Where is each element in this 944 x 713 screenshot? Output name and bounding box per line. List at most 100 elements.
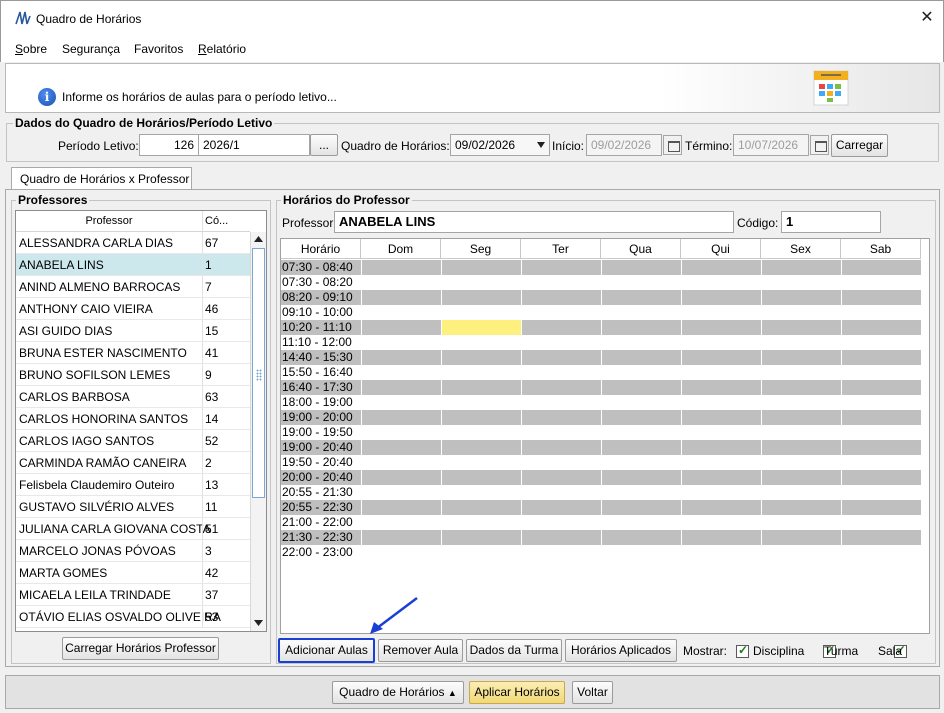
col-professor-header[interactable]: Professor <box>16 215 202 227</box>
menu-favoritos[interactable]: Favoritos <box>134 42 183 56</box>
time-slot: 22:00 - 23:00 <box>282 545 353 559</box>
periodo-label: Período Letivo: <box>58 139 139 153</box>
termino-calendar-icon[interactable] <box>810 135 829 155</box>
horarios-aplicados-button[interactable]: Horários Aplicados <box>565 639 677 662</box>
scroll-thumb[interactable] <box>252 248 265 498</box>
voltar-button[interactable]: Voltar <box>572 681 613 704</box>
vertical-scrollbar[interactable] <box>250 232 266 631</box>
time-slot: 15:50 - 16:40 <box>282 365 353 379</box>
dados-legend: Dados do Quadro de Horários/Período Leti… <box>13 116 275 130</box>
grid-header-day[interactable]: Dom <box>361 239 441 259</box>
inicio-label: Início: <box>552 139 585 153</box>
tab-quadro-professor[interactable]: Quadro de Horários x Professor <box>11 167 192 190</box>
grid-header-day[interactable]: Qui <box>681 239 761 259</box>
remover-aula-button[interactable]: Remover Aula <box>378 639 463 662</box>
carregar-button[interactable]: Carregar <box>831 134 888 157</box>
codigo-field[interactable]: 1 <box>781 211 881 233</box>
grid-column-divider <box>761 260 762 560</box>
professor-code: 7 <box>205 280 212 294</box>
professor-name: JULIANA CARLA GIOVANA COSTA <box>19 522 211 536</box>
professor-name: GUSTAVO SILVÉRIO ALVES <box>19 500 175 514</box>
professor-code: 15 <box>205 324 219 338</box>
scroll-down-icon[interactable] <box>254 620 263 626</box>
professor-name: OTÁVIO ELIAS OSVALDO OLIVEIRA <box>19 610 221 624</box>
periodo-code-input[interactable]: 126 <box>139 134 199 156</box>
inicio-input[interactable]: 09/02/2026 <box>586 134 662 156</box>
quadro-select[interactable]: 09/02/2026 <box>450 134 550 156</box>
scroll-up-icon[interactable] <box>254 236 263 242</box>
menu-sobre[interactable]: Sobre <box>15 42 47 56</box>
list-item[interactable]: CARLOS HONORINA SANTOS 14 <box>16 408 250 430</box>
time-slot: 07:30 - 08:40 <box>282 260 353 274</box>
grid-header-day[interactable]: Seg <box>441 239 521 259</box>
professor-name: ASI GUIDO DIAS <box>19 324 113 338</box>
list-item[interactable]: CARLOS BARBOSA 63 <box>16 386 250 408</box>
grid-column-divider <box>841 260 842 560</box>
aplicar-horarios-button[interactable]: Aplicar Horários <box>469 681 565 704</box>
time-slot: 11:10 - 12:00 <box>282 335 352 349</box>
grid-header-day[interactable]: Qua <box>601 239 681 259</box>
professor-name: Felisbela Claudemiro Outeiro <box>19 478 175 492</box>
professor-code: 13 <box>205 478 219 492</box>
professor-name: ANTHONY CAIO VIEIRA <box>19 302 153 316</box>
menu-relatorio[interactable]: Relatório <box>198 42 246 56</box>
column-divider <box>202 430 203 451</box>
column-divider <box>202 364 203 385</box>
professores-legend: Professores <box>16 193 90 207</box>
time-slot: 16:40 - 17:30 <box>282 380 353 394</box>
dados-turma-button[interactable]: Dados da Turma <box>466 639 562 662</box>
close-icon[interactable]: ✕ <box>915 7 939 31</box>
col-codigo-header[interactable]: Có... <box>205 215 228 227</box>
grid-header-horario[interactable]: Horário <box>281 239 361 259</box>
list-item[interactable]: ANABELA LINS 1 <box>16 254 250 276</box>
professores-list[interactable]: Professor Có... ALESSANDRA CARLA DIAS 67 A… <box>15 210 267 632</box>
highlighted-cell[interactable] <box>442 320 521 335</box>
list-item[interactable]: MARTA GOMES 42 <box>16 562 250 584</box>
menu-seguranca[interactable]: Segurança <box>62 42 120 56</box>
list-item[interactable]: BRUNO SOFILSON LEMES 9 <box>16 364 250 386</box>
list-item[interactable]: BRUNA ESTER NASCIMENTO 41 <box>16 342 250 364</box>
chevron-up-icon: ▲ <box>447 688 457 698</box>
column-divider <box>202 474 203 495</box>
professor-code: 52 <box>205 434 219 448</box>
grid-header-day[interactable]: Sex <box>761 239 841 259</box>
list-item[interactable]: JULIANA CARLA GIOVANA COSTA 51 <box>16 518 250 540</box>
list-item[interactable]: MICAELA LEILA TRINDADE 37 <box>16 584 250 606</box>
time-slot: 18:00 - 19:00 <box>282 395 353 409</box>
column-divider <box>202 232 203 253</box>
list-item[interactable]: ALESSANDRA CARLA DIAS 67 <box>16 232 250 254</box>
list-item[interactable]: ANIND ALMENO BARROCAS 7 <box>16 276 250 298</box>
grid-header-day[interactable]: Ter <box>521 239 601 259</box>
list-item[interactable]: OTÁVIO ELIAS OSVALDO OLIVEIRA 53 <box>16 606 250 628</box>
column-divider <box>202 518 203 539</box>
column-divider <box>202 452 203 473</box>
time-slot: 21:30 - 22:30 <box>282 530 353 544</box>
column-divider <box>202 562 203 583</box>
list-item[interactable]: MARCELO JONAS PÓVOAS 3 <box>16 540 250 562</box>
periodo-input[interactable]: 2026/1 <box>198 134 310 156</box>
horarios-grid[interactable]: Horário Dom Seg Ter Qua Qui Sex Sab 07:30 - 08:… <box>280 238 930 634</box>
time-slot: 20:55 - 21:30 <box>282 485 353 499</box>
menu-bar: Sobre Segurança Favoritos Relatório <box>0 36 944 62</box>
carregar-horarios-professor-button[interactable]: Carregar Horários Professor <box>62 637 219 660</box>
disciplina-label: Disciplina <box>753 644 805 658</box>
inicio-calendar-icon[interactable] <box>663 135 682 155</box>
list-item[interactable]: ASI GUIDO DIAS 15 <box>16 320 250 342</box>
professor-name: MARTA GOMES <box>19 566 108 580</box>
list-item[interactable]: CARMINDA RAMÃO CANEIRA 2 <box>16 452 250 474</box>
list-item[interactable]: CARLOS IAGO SANTOS 52 <box>16 430 250 452</box>
disciplina-checkbox[interactable] <box>736 643 749 659</box>
quadro-horarios-button-label: Quadro de Horários <box>339 685 445 699</box>
quadro-horarios-button[interactable]: Quadro de Horários ▲ <box>332 681 464 704</box>
window-title: Quadro de Horários <box>36 12 142 26</box>
professor-field[interactable]: ANABELA LINS <box>334 211 734 233</box>
grid-header-day[interactable]: Sab <box>841 239 921 259</box>
periodo-search-button[interactable]: ... <box>310 134 338 156</box>
termino-input[interactable]: 10/07/2026 <box>733 134 809 156</box>
list-item[interactable]: GUSTAVO SILVÉRIO ALVES 11 <box>16 496 250 518</box>
adicionar-aulas-button[interactable]: Adicionar Aulas <box>278 638 375 663</box>
professor-name: CARLOS BARBOSA <box>19 390 130 404</box>
horarios-legend: Horários do Professor <box>281 193 412 207</box>
list-item[interactable]: Felisbela Claudemiro Outeiro 13 <box>16 474 250 496</box>
list-item[interactable]: ANTHONY CAIO VIEIRA 46 <box>16 298 250 320</box>
